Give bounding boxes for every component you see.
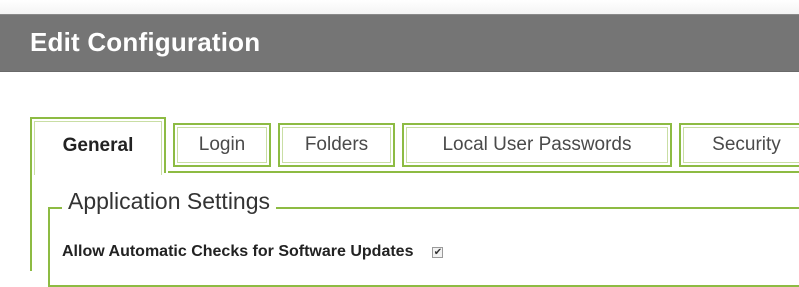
tab-general[interactable]: General — [30, 117, 166, 175]
allow-auto-updates-checkbox[interactable]: ✔ — [432, 246, 444, 258]
top-shadow — [0, 0, 799, 14]
tab-panel-border-left — [30, 171, 32, 271]
checkmark-icon: ✔ — [433, 246, 443, 258]
application-settings-legend: Application Settings — [62, 188, 277, 215]
tab-folders-label: Folders — [304, 134, 369, 155]
tab-login[interactable]: Login — [173, 123, 271, 167]
tab-local-user-passwords[interactable]: Local User Passwords — [402, 123, 672, 167]
tab-general-label: General — [62, 135, 134, 156]
allow-auto-updates-row: Allow Automatic Checks for Software Upda… — [62, 243, 444, 261]
dialog-title: Edit Configuration — [30, 27, 261, 57]
tab-panel-border-top — [168, 171, 799, 173]
tab-bar: General Login Folders Local User Passwor… — [30, 117, 799, 175]
tab-folders[interactable]: Folders — [278, 123, 395, 167]
tab-login-label: Login — [198, 134, 246, 155]
tab-local-user-passwords-label: Local User Passwords — [442, 134, 632, 155]
tab-security-label: Security — [712, 134, 781, 155]
allow-auto-updates-label: Allow Automatic Checks for Software Upda… — [62, 243, 414, 260]
tab-security[interactable]: Security — [679, 123, 799, 167]
dialog-header: Edit Configuration — [0, 14, 799, 72]
